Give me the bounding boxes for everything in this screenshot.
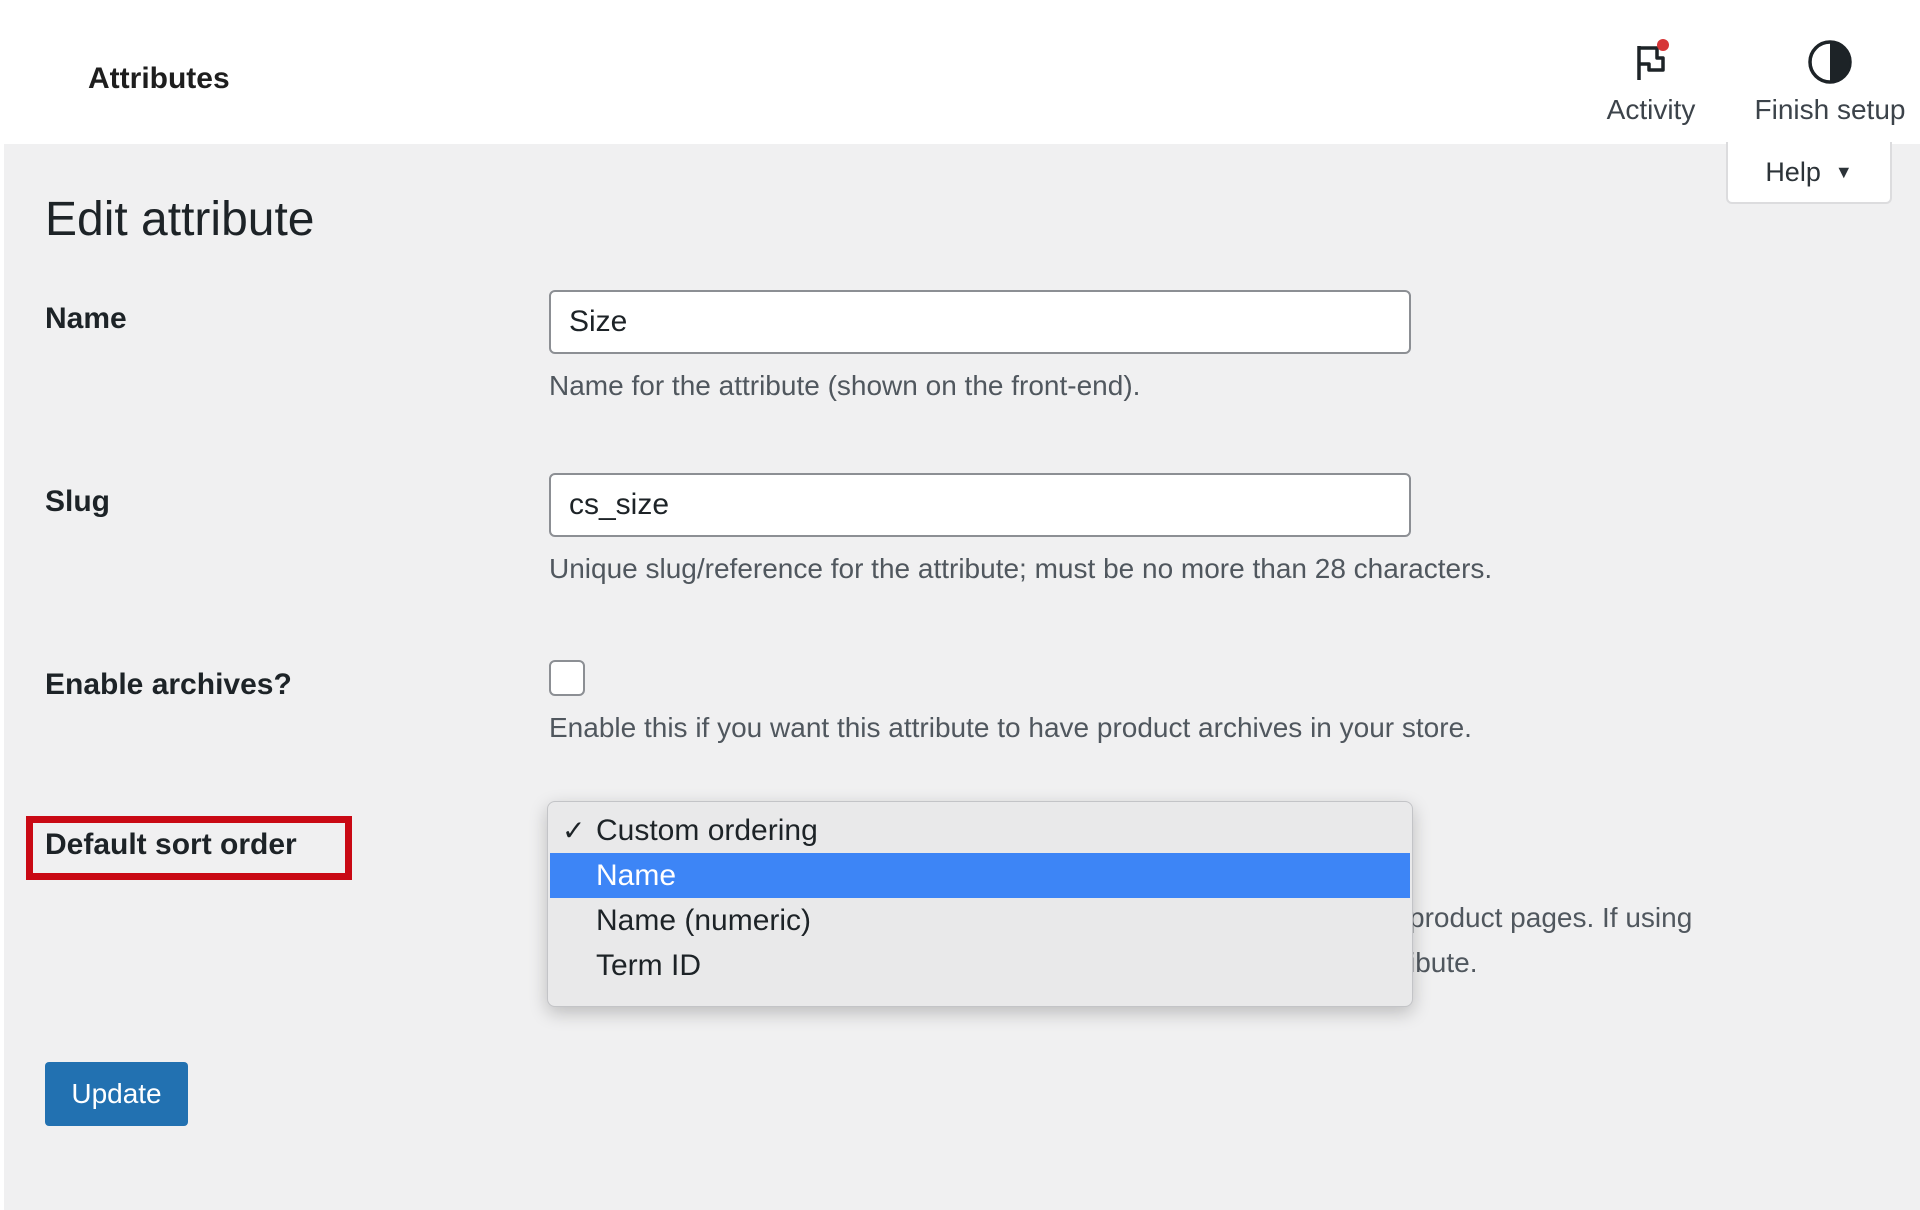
sort-order-description-line2: ibute. bbox=[1409, 947, 1478, 978]
notification-dot bbox=[1657, 39, 1669, 51]
slug-label: Slug bbox=[45, 485, 110, 518]
sort-order-description-line1: product pages. If using bbox=[1409, 902, 1693, 933]
sort-order-dropdown: ✓ Custom ordering Name Name (numeric) Te… bbox=[547, 801, 1413, 1007]
slug-input[interactable] bbox=[549, 473, 1411, 537]
dropdown-option-custom-ordering[interactable]: ✓ Custom ordering bbox=[548, 808, 1412, 853]
dropdown-option-label: Name (numeric) bbox=[596, 904, 812, 937]
archives-description: Enable this if you want this attribute t… bbox=[549, 712, 1472, 743]
archives-label: Enable archives? bbox=[45, 668, 292, 701]
dropdown-option-label: Name bbox=[596, 859, 677, 892]
name-label: Name bbox=[45, 302, 127, 335]
finish-setup-label: Finish setup bbox=[1754, 94, 1906, 125]
update-button[interactable]: Update bbox=[45, 1062, 188, 1126]
caret-down-icon: ▼ bbox=[1834, 161, 1853, 182]
dropdown-option-name[interactable]: Name bbox=[550, 853, 1410, 898]
sort-order-label: Default sort order bbox=[45, 828, 297, 861]
slug-description: Unique slug/reference for the attribute;… bbox=[549, 553, 1493, 584]
name-description: Name for the attribute (shown on the fro… bbox=[549, 370, 1141, 401]
name-input[interactable] bbox=[549, 290, 1411, 354]
edit-attribute-panel: Help ▼ Edit attribute Name Name for the … bbox=[4, 142, 1920, 1210]
page-heading: Edit attribute bbox=[45, 193, 315, 246]
dropdown-option-label: Term ID bbox=[596, 949, 701, 982]
dropdown-option-term-id[interactable]: Term ID bbox=[548, 943, 1412, 988]
page-title: Attributes bbox=[88, 62, 230, 95]
help-label: Help bbox=[1765, 156, 1821, 187]
archives-checkbox[interactable] bbox=[549, 660, 585, 696]
activity-button[interactable]: Activity bbox=[1556, 36, 1746, 126]
activity-label: Activity bbox=[1606, 94, 1696, 125]
help-button[interactable]: Help ▼ bbox=[1726, 142, 1892, 204]
half-circle-icon bbox=[1808, 40, 1852, 84]
flag-icon bbox=[1637, 39, 1669, 80]
finish-setup-button[interactable]: Finish setup bbox=[1735, 36, 1920, 126]
top-bar: Attributes Activity Finish setup bbox=[0, 0, 1920, 144]
dropdown-option-name-numeric[interactable]: Name (numeric) bbox=[548, 898, 1412, 943]
dropdown-option-label: Custom ordering bbox=[596, 814, 818, 847]
check-icon: ✓ bbox=[562, 815, 586, 846]
